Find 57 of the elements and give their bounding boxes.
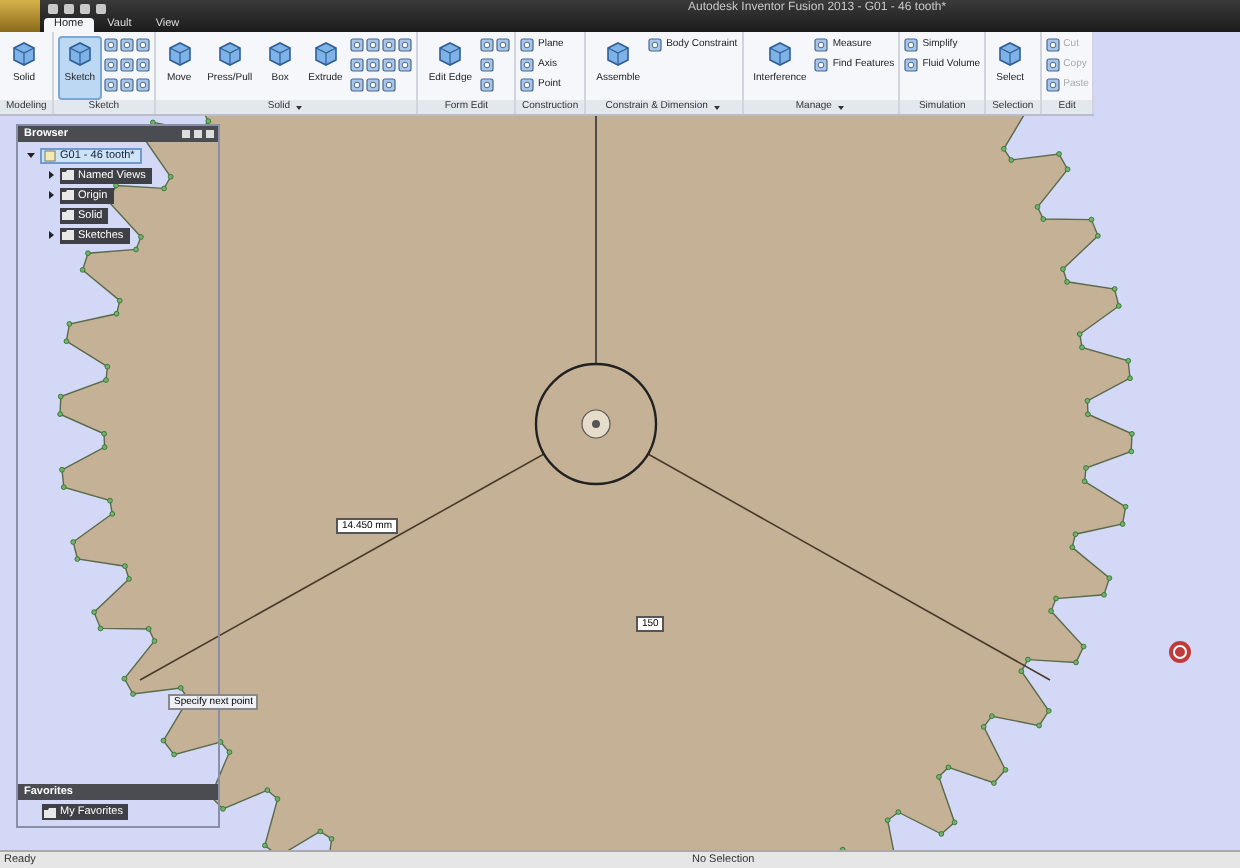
expanded-arrow-icon[interactable] <box>26 150 36 160</box>
folder-icon <box>44 807 56 817</box>
ribbon-icon-button[interactable] <box>103 76 118 92</box>
ribbon-icon-button[interactable] <box>350 76 365 92</box>
ribbon-icon-button[interactable] <box>135 76 150 92</box>
caret-icon[interactable] <box>711 100 722 114</box>
ribbon-icon-button[interactable] <box>350 56 365 72</box>
ribbon-icon-button[interactable] <box>103 36 118 52</box>
tool-icon <box>814 37 829 51</box>
tool-icon <box>520 77 535 91</box>
caret-icon[interactable] <box>294 100 305 114</box>
box-icon <box>436 40 465 68</box>
ribbon-icon-button[interactable] <box>480 36 495 52</box>
collapsed-arrow-icon[interactable] <box>46 230 56 240</box>
target-icon[interactable] <box>1168 640 1192 664</box>
ribbon-icon-button[interactable] <box>366 76 381 92</box>
tool-icon <box>1045 77 1060 91</box>
box-icon <box>215 40 244 68</box>
ribbon-icon-button[interactable] <box>382 36 397 52</box>
box-icon <box>266 40 295 68</box>
tool-icon <box>480 77 495 91</box>
tool-icon <box>480 57 495 71</box>
ribbon-icon-button[interactable] <box>480 76 495 92</box>
box-icon <box>765 40 794 68</box>
ribbon-icon-button[interactable] <box>119 36 134 52</box>
tool-icon <box>904 37 919 51</box>
ribbon-icon-button[interactable] <box>135 56 150 72</box>
ribbon-icon-button[interactable] <box>366 56 381 72</box>
tool-icon <box>904 57 919 71</box>
ribbon-icon-button[interactable] <box>398 36 413 52</box>
box-icon <box>311 40 340 68</box>
collapsed-arrow-icon[interactable] <box>46 190 56 200</box>
tool-icon <box>814 57 829 71</box>
ribbon-icon-button[interactable] <box>350 36 365 52</box>
ribbon-icon-button[interactable] <box>496 36 511 52</box>
tool-icon <box>648 37 663 51</box>
ribbon-icon-button[interactable] <box>480 56 495 72</box>
tool-icon <box>1045 57 1060 71</box>
ribbon-icon-button[interactable] <box>103 56 118 72</box>
caret-icon[interactable] <box>835 100 846 114</box>
ribbon-icon-button[interactable] <box>366 36 381 52</box>
box-icon <box>996 40 1025 68</box>
ribbon-icon-button[interactable] <box>135 36 150 52</box>
box-icon <box>604 40 633 68</box>
collapsed-arrow-icon[interactable] <box>46 170 56 180</box>
box-icon <box>165 40 194 68</box>
tool-icon <box>520 57 535 71</box>
part-icon <box>44 149 56 161</box>
ribbon-icon-button[interactable] <box>119 56 134 72</box>
ribbon-icon-button[interactable] <box>119 76 134 92</box>
ribbon-icon-button[interactable] <box>382 76 397 92</box>
tool-icon <box>1045 37 1060 51</box>
ribbon-icon-button[interactable] <box>398 56 413 72</box>
box-icon <box>10 40 38 68</box>
tool-icon <box>520 37 535 51</box>
box-icon <box>65 40 94 68</box>
ribbon-icon-button[interactable] <box>382 56 397 72</box>
